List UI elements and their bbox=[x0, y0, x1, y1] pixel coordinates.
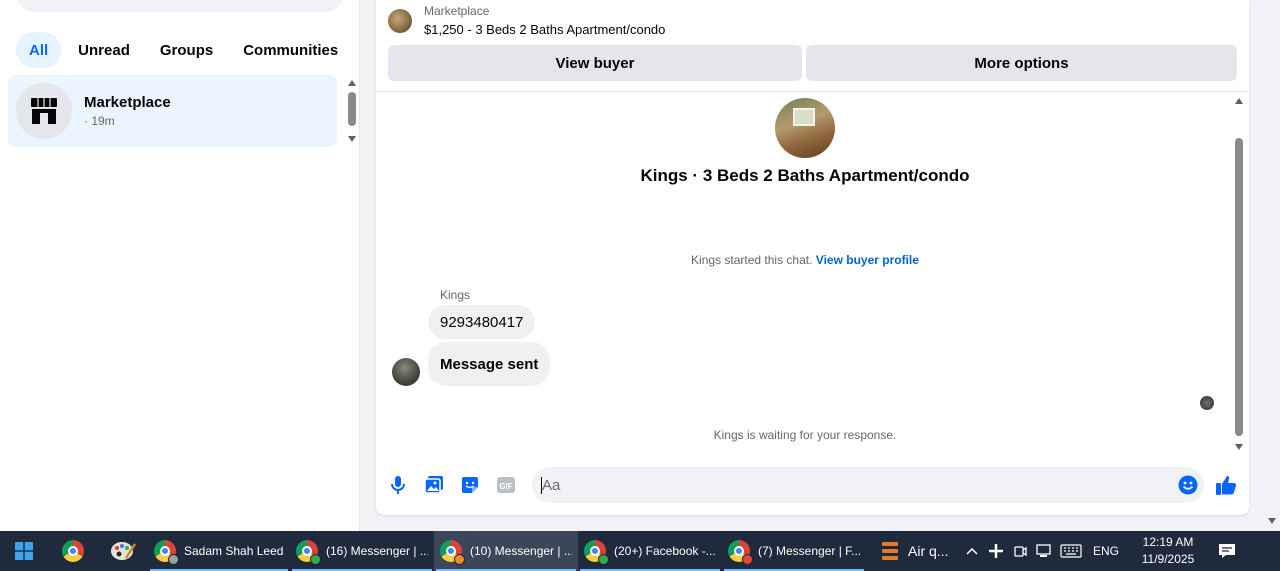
started-text: Kings started this chat. bbox=[691, 253, 813, 267]
chrome-icon bbox=[62, 540, 84, 562]
waiting-notice: Kings is waiting for your response. bbox=[713, 428, 897, 442]
chat-panel: Marketplace $1,250 - 3 Beds 2 Baths Apar… bbox=[376, 0, 1249, 515]
network-icon[interactable] bbox=[1032, 544, 1056, 558]
gif-icon[interactable]: GIF bbox=[495, 474, 517, 496]
chat-title: Kings · 3 Beds 2 Baths Apartment/condo bbox=[640, 166, 970, 185]
clock-time: 12:19 AM bbox=[1142, 535, 1194, 549]
view-buyer-profile-link[interactable]: View buyer profile bbox=[816, 253, 919, 267]
windows-logo-icon bbox=[15, 542, 33, 560]
paint-palette-icon bbox=[111, 542, 136, 560]
taskbar-chrome-pinned[interactable] bbox=[48, 531, 98, 571]
taskbar-app-window[interactable]: (20+) Facebook -... bbox=[578, 531, 722, 571]
windows-taskbar: Sadam Shah Leed... (16) Messenger | ... … bbox=[0, 531, 1280, 571]
taskbar-app-label: (20+) Facebook -... bbox=[614, 544, 716, 558]
filter-all[interactable]: All bbox=[16, 32, 62, 68]
air-quality-icon bbox=[882, 542, 898, 560]
taskbar-app-window[interactable]: (7) Messenger | F... bbox=[722, 531, 866, 571]
view-buyer-button[interactable]: View buyer bbox=[388, 45, 802, 81]
message-input[interactable] bbox=[542, 467, 1162, 503]
seen-indicator-avatar bbox=[1200, 396, 1214, 410]
scroll-up-arrow-icon[interactable] bbox=[348, 80, 356, 86]
chat-started-notice: Kings started this chat. View buyer prof… bbox=[376, 253, 1234, 267]
thumbs-up-icon[interactable] bbox=[1214, 473, 1238, 497]
chrome-icon bbox=[440, 540, 465, 565]
marketplace-store-icon bbox=[16, 83, 72, 139]
clock-date: 11/9/2025 bbox=[1141, 552, 1195, 566]
microphone-icon[interactable] bbox=[387, 474, 409, 496]
system-tray: ENG bbox=[960, 531, 1126, 571]
conversation-list-panel: All Unread Groups Communities Marketplac… bbox=[0, 0, 360, 531]
keyboard-icon[interactable] bbox=[1056, 544, 1086, 558]
notification-center-icon[interactable] bbox=[1210, 531, 1244, 571]
taskbar-app-window[interactable]: (16) Messenger | ... bbox=[290, 531, 434, 571]
listing-title: $1,250 - 3 Beds 2 Baths Apartment/condo bbox=[424, 22, 666, 37]
plus-icon[interactable] bbox=[984, 544, 1008, 558]
listing-thumbnail bbox=[388, 8, 412, 33]
windows-start-button[interactable] bbox=[0, 531, 48, 571]
filter-unread[interactable]: Unread bbox=[65, 32, 143, 68]
chrome-icon bbox=[296, 540, 321, 565]
message-bubble[interactable]: 9293480417 bbox=[428, 305, 536, 339]
emoji-icon[interactable] bbox=[1178, 475, 1198, 495]
language-indicator[interactable]: ENG bbox=[1086, 544, 1126, 558]
message-input-wrapper[interactable] bbox=[532, 467, 1204, 503]
conversation-list-scrollbar[interactable] bbox=[345, 78, 359, 144]
taskbar-app-label: (7) Messenger | F... bbox=[758, 544, 860, 558]
conversation-time: · 19m bbox=[84, 114, 115, 128]
filter-chips: All Unread Groups Communities bbox=[16, 32, 351, 68]
taskbar-app-label: (16) Messenger | ... bbox=[326, 544, 428, 558]
taskbar-app-window[interactable]: Sadam Shah Leed... bbox=[148, 531, 290, 571]
message-sender-name: Kings bbox=[440, 288, 471, 302]
message-bubble[interactable]: Message sent bbox=[428, 342, 551, 386]
page-scroll-down-arrow-icon[interactable] bbox=[1268, 518, 1276, 524]
chrome-icon bbox=[584, 540, 609, 565]
chat-scrollbar[interactable] bbox=[1232, 94, 1246, 454]
filter-communities[interactable]: Communities bbox=[230, 32, 351, 68]
scrollbar-thumb[interactable] bbox=[1235, 138, 1243, 436]
taskbar-app-label: (10) Messenger | ... bbox=[470, 544, 572, 558]
listing-header[interactable]: Marketplace $1,250 - 3 Beds 2 Baths Apar… bbox=[388, 4, 665, 37]
taskbar-app-label: Sadam Shah Leed... bbox=[184, 544, 284, 558]
weather-label: Air q... bbox=[908, 543, 949, 559]
filter-groups[interactable]: Groups bbox=[147, 32, 226, 68]
header-divider bbox=[376, 91, 1249, 92]
scroll-down-arrow-icon[interactable] bbox=[348, 136, 356, 142]
chrome-icon bbox=[728, 540, 753, 565]
more-options-button[interactable]: More options bbox=[806, 45, 1237, 81]
taskbar-clock[interactable]: 12:19 AM 11/9/2025 bbox=[1126, 531, 1210, 571]
chrome-icon bbox=[154, 540, 179, 565]
listing-photo bbox=[775, 98, 835, 158]
conversation-name: Marketplace bbox=[84, 94, 171, 111]
photo-icon[interactable] bbox=[423, 474, 445, 496]
search-input[interactable] bbox=[16, 0, 344, 12]
scrollbar-thumb[interactable] bbox=[348, 92, 356, 126]
meet-now-icon[interactable] bbox=[1008, 544, 1032, 558]
taskbar-app-window-active[interactable]: (10) Messenger | ... bbox=[434, 531, 578, 571]
scroll-down-arrow-icon[interactable] bbox=[1235, 444, 1243, 450]
listing-label: Marketplace bbox=[424, 4, 490, 18]
conversation-item-marketplace[interactable]: Marketplace · 19m bbox=[8, 75, 337, 147]
sticker-icon[interactable] bbox=[459, 474, 481, 496]
taskbar-paint-pinned[interactable] bbox=[98, 531, 148, 571]
svg-text:GIF: GIF bbox=[499, 482, 512, 491]
show-hidden-icons-chevron-icon[interactable] bbox=[960, 547, 984, 555]
scroll-up-arrow-icon[interactable] bbox=[1235, 98, 1243, 104]
taskbar-weather-widget[interactable]: Air q... bbox=[866, 531, 960, 571]
sender-avatar[interactable] bbox=[392, 358, 420, 386]
